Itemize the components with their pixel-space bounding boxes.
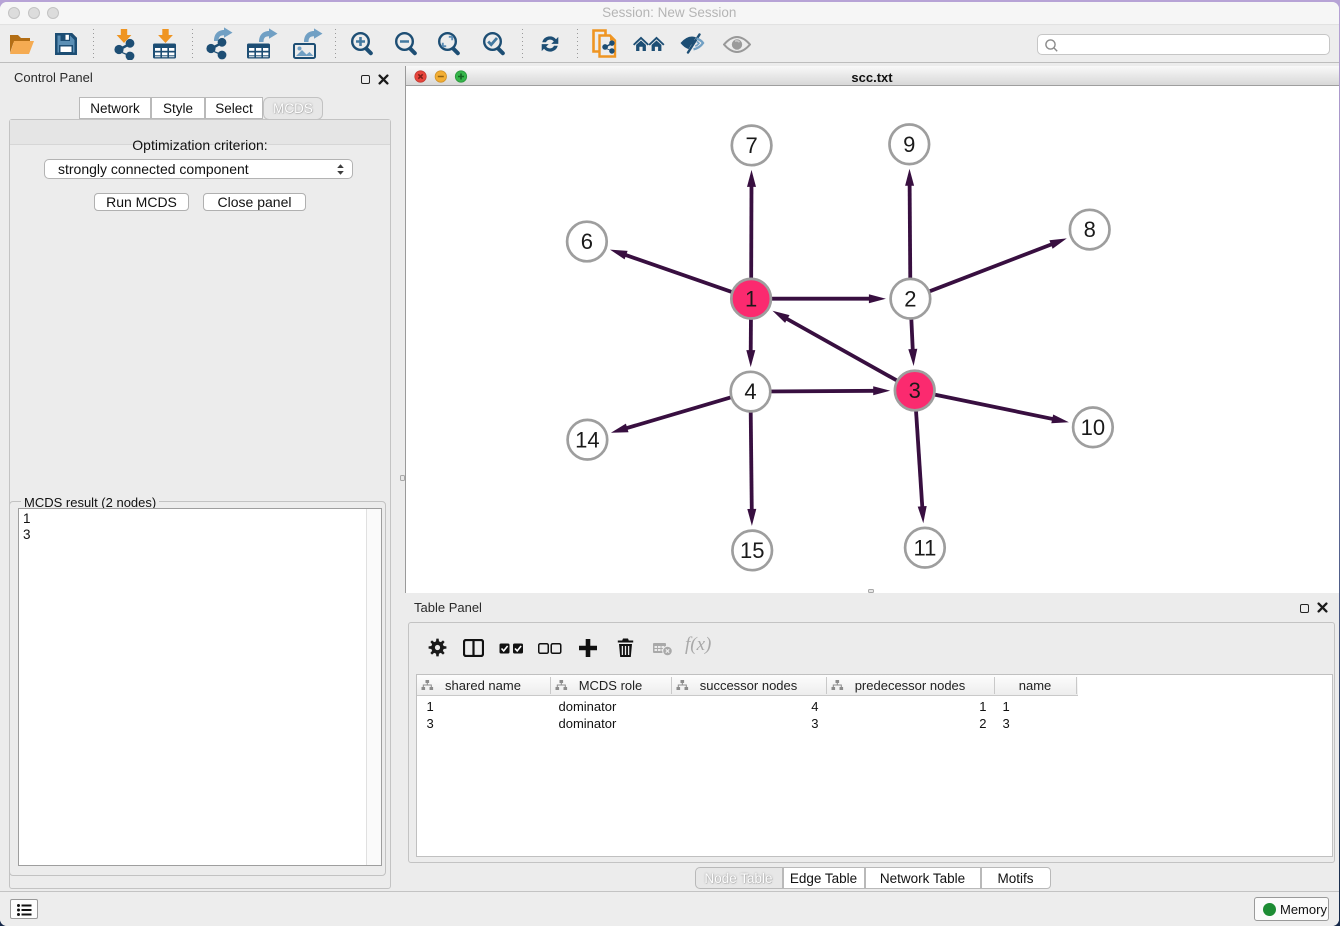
svg-text:11: 11 <box>913 535 936 560</box>
svg-text:7: 7 <box>745 133 757 158</box>
svg-text:14: 14 <box>575 427 599 452</box>
svg-text:3: 3 <box>908 378 920 403</box>
svg-text:6: 6 <box>580 229 592 254</box>
svg-text:8: 8 <box>1083 217 1095 242</box>
svg-text:9: 9 <box>903 132 915 157</box>
svg-text:4: 4 <box>744 379 756 404</box>
svg-text:10: 10 <box>1080 415 1104 440</box>
svg-text:2: 2 <box>904 286 916 311</box>
svg-text:1: 1 <box>744 286 756 311</box>
svg-text:15: 15 <box>739 538 763 563</box>
